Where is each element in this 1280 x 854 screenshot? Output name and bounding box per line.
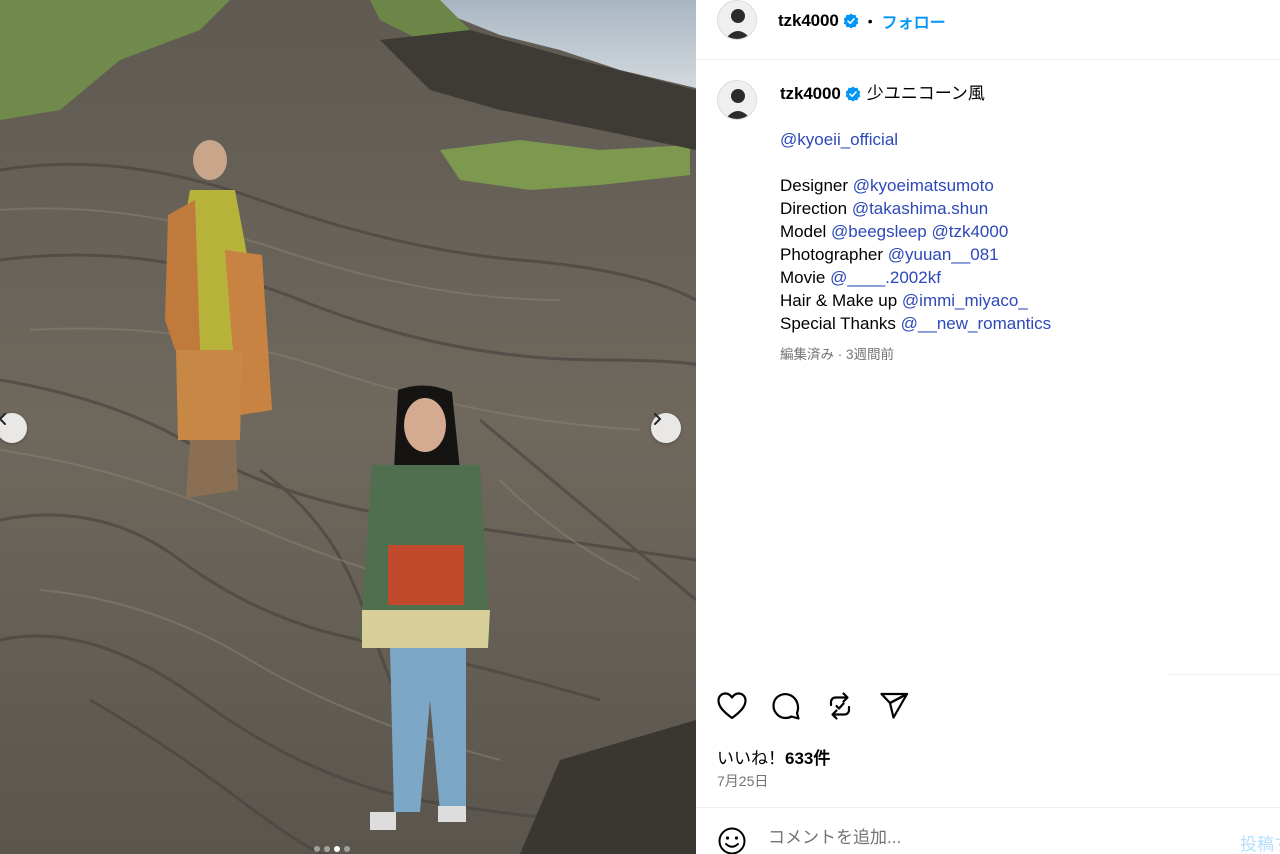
follow-button[interactable]: フォロー	[882, 9, 946, 33]
credit-line: Designer @kyoeimatsumoto	[780, 174, 1260, 197]
credit-mention-link[interactable]: @kyoeimatsumoto	[853, 176, 994, 195]
paper-plane-icon	[880, 692, 909, 719]
emoji-icon[interactable]	[717, 826, 747, 854]
chevron-right-icon	[654, 413, 662, 425]
heart-icon	[717, 692, 747, 720]
carousel-dot	[314, 846, 320, 852]
credit-role: Photographer	[780, 245, 884, 264]
caption-text: 少ユニコーン風	[866, 84, 985, 103]
avatar-image	[718, 81, 756, 119]
post-photo	[0, 0, 696, 854]
credit-line: Special Thanks @__new_romantics	[780, 312, 1260, 335]
avatar-image	[718, 1, 756, 39]
credit-role: Designer	[780, 176, 849, 195]
like-count[interactable]: いいね！633件	[717, 744, 830, 769]
carousel-indicator	[314, 846, 350, 852]
repost-icon	[829, 692, 851, 720]
carousel-dot	[324, 846, 330, 852]
caption-username[interactable]: tzk4000	[780, 82, 841, 105]
share-button[interactable]	[878, 690, 910, 722]
verified-badge-icon	[843, 13, 859, 29]
verified-badge-icon	[845, 86, 861, 101]
credit-line: Movie @____.2002kf	[780, 266, 1260, 289]
comment-input[interactable]	[768, 828, 1208, 848]
credit-mention-link[interactable]: @____.2002kf	[830, 268, 941, 287]
credit-role: Hair & Make up	[780, 291, 898, 310]
post-date[interactable]: 7月25日	[717, 771, 768, 791]
credit-role: Movie	[780, 268, 826, 287]
post-sidebar: tzk4000 • フォロー tzk4000 少ユニコーン風 @kyoeii_o…	[696, 0, 1280, 854]
divider	[1169, 674, 1280, 675]
credit-line: Hair & Make up @immi_miyaco_	[780, 289, 1260, 312]
credit-line: Photographer @yuuan__081	[780, 243, 1260, 266]
credit-role: Model	[780, 222, 827, 241]
comment-button[interactable]	[770, 690, 802, 722]
credit-mention-link[interactable]: @beegsleep	[831, 222, 927, 241]
chevron-left-icon	[0, 413, 6, 425]
credit-mention-link[interactable]: @immi_miyaco_	[902, 291, 1028, 310]
post-comment-button[interactable]: 投稿する	[1240, 830, 1280, 854]
header-separator: •	[867, 13, 873, 29]
repost-button[interactable]	[824, 690, 856, 722]
author-avatar[interactable]	[717, 0, 757, 40]
comment-bar: 投稿する	[696, 807, 1280, 854]
comment-bubble-icon	[772, 693, 800, 720]
brand-mention-link[interactable]: @kyoeii_official	[780, 130, 898, 149]
carousel-dot	[344, 846, 350, 852]
likes-count: 633件	[785, 749, 831, 768]
like-button[interactable]	[716, 690, 748, 722]
credit-mention-link[interactable]: @takashima.shun	[852, 199, 988, 218]
action-bar	[716, 690, 910, 722]
likes-label: いいね！	[717, 749, 785, 768]
credit-role: Special Thanks	[780, 314, 896, 333]
post-caption: tzk4000 少ユニコーン風 @kyoeii_official Designe…	[780, 82, 1260, 366]
carousel-next-button[interactable]	[651, 413, 681, 443]
credits-list: Designer @kyoeimatsumoto Direction @takas…	[780, 174, 1260, 335]
credit-line: Model @beegsleep @tzk4000	[780, 220, 1260, 243]
credit-mention-link[interactable]: @__new_romantics	[901, 314, 1052, 333]
credit-mention-link[interactable]: @tzk4000	[932, 222, 1009, 241]
credit-line: Direction @takashima.shun	[780, 197, 1260, 220]
author-username[interactable]: tzk4000	[778, 11, 839, 31]
caption-author-avatar[interactable]	[717, 80, 757, 120]
credit-mention-link[interactable]: @yuuan__081	[888, 245, 999, 264]
carousel-dot	[334, 846, 340, 852]
credit-role: Direction	[780, 199, 848, 218]
post-media[interactable]	[0, 0, 696, 854]
caption-meta: 編集済み · 3週間前	[780, 347, 895, 362]
post-header: tzk4000 • フォロー	[696, 0, 1280, 60]
